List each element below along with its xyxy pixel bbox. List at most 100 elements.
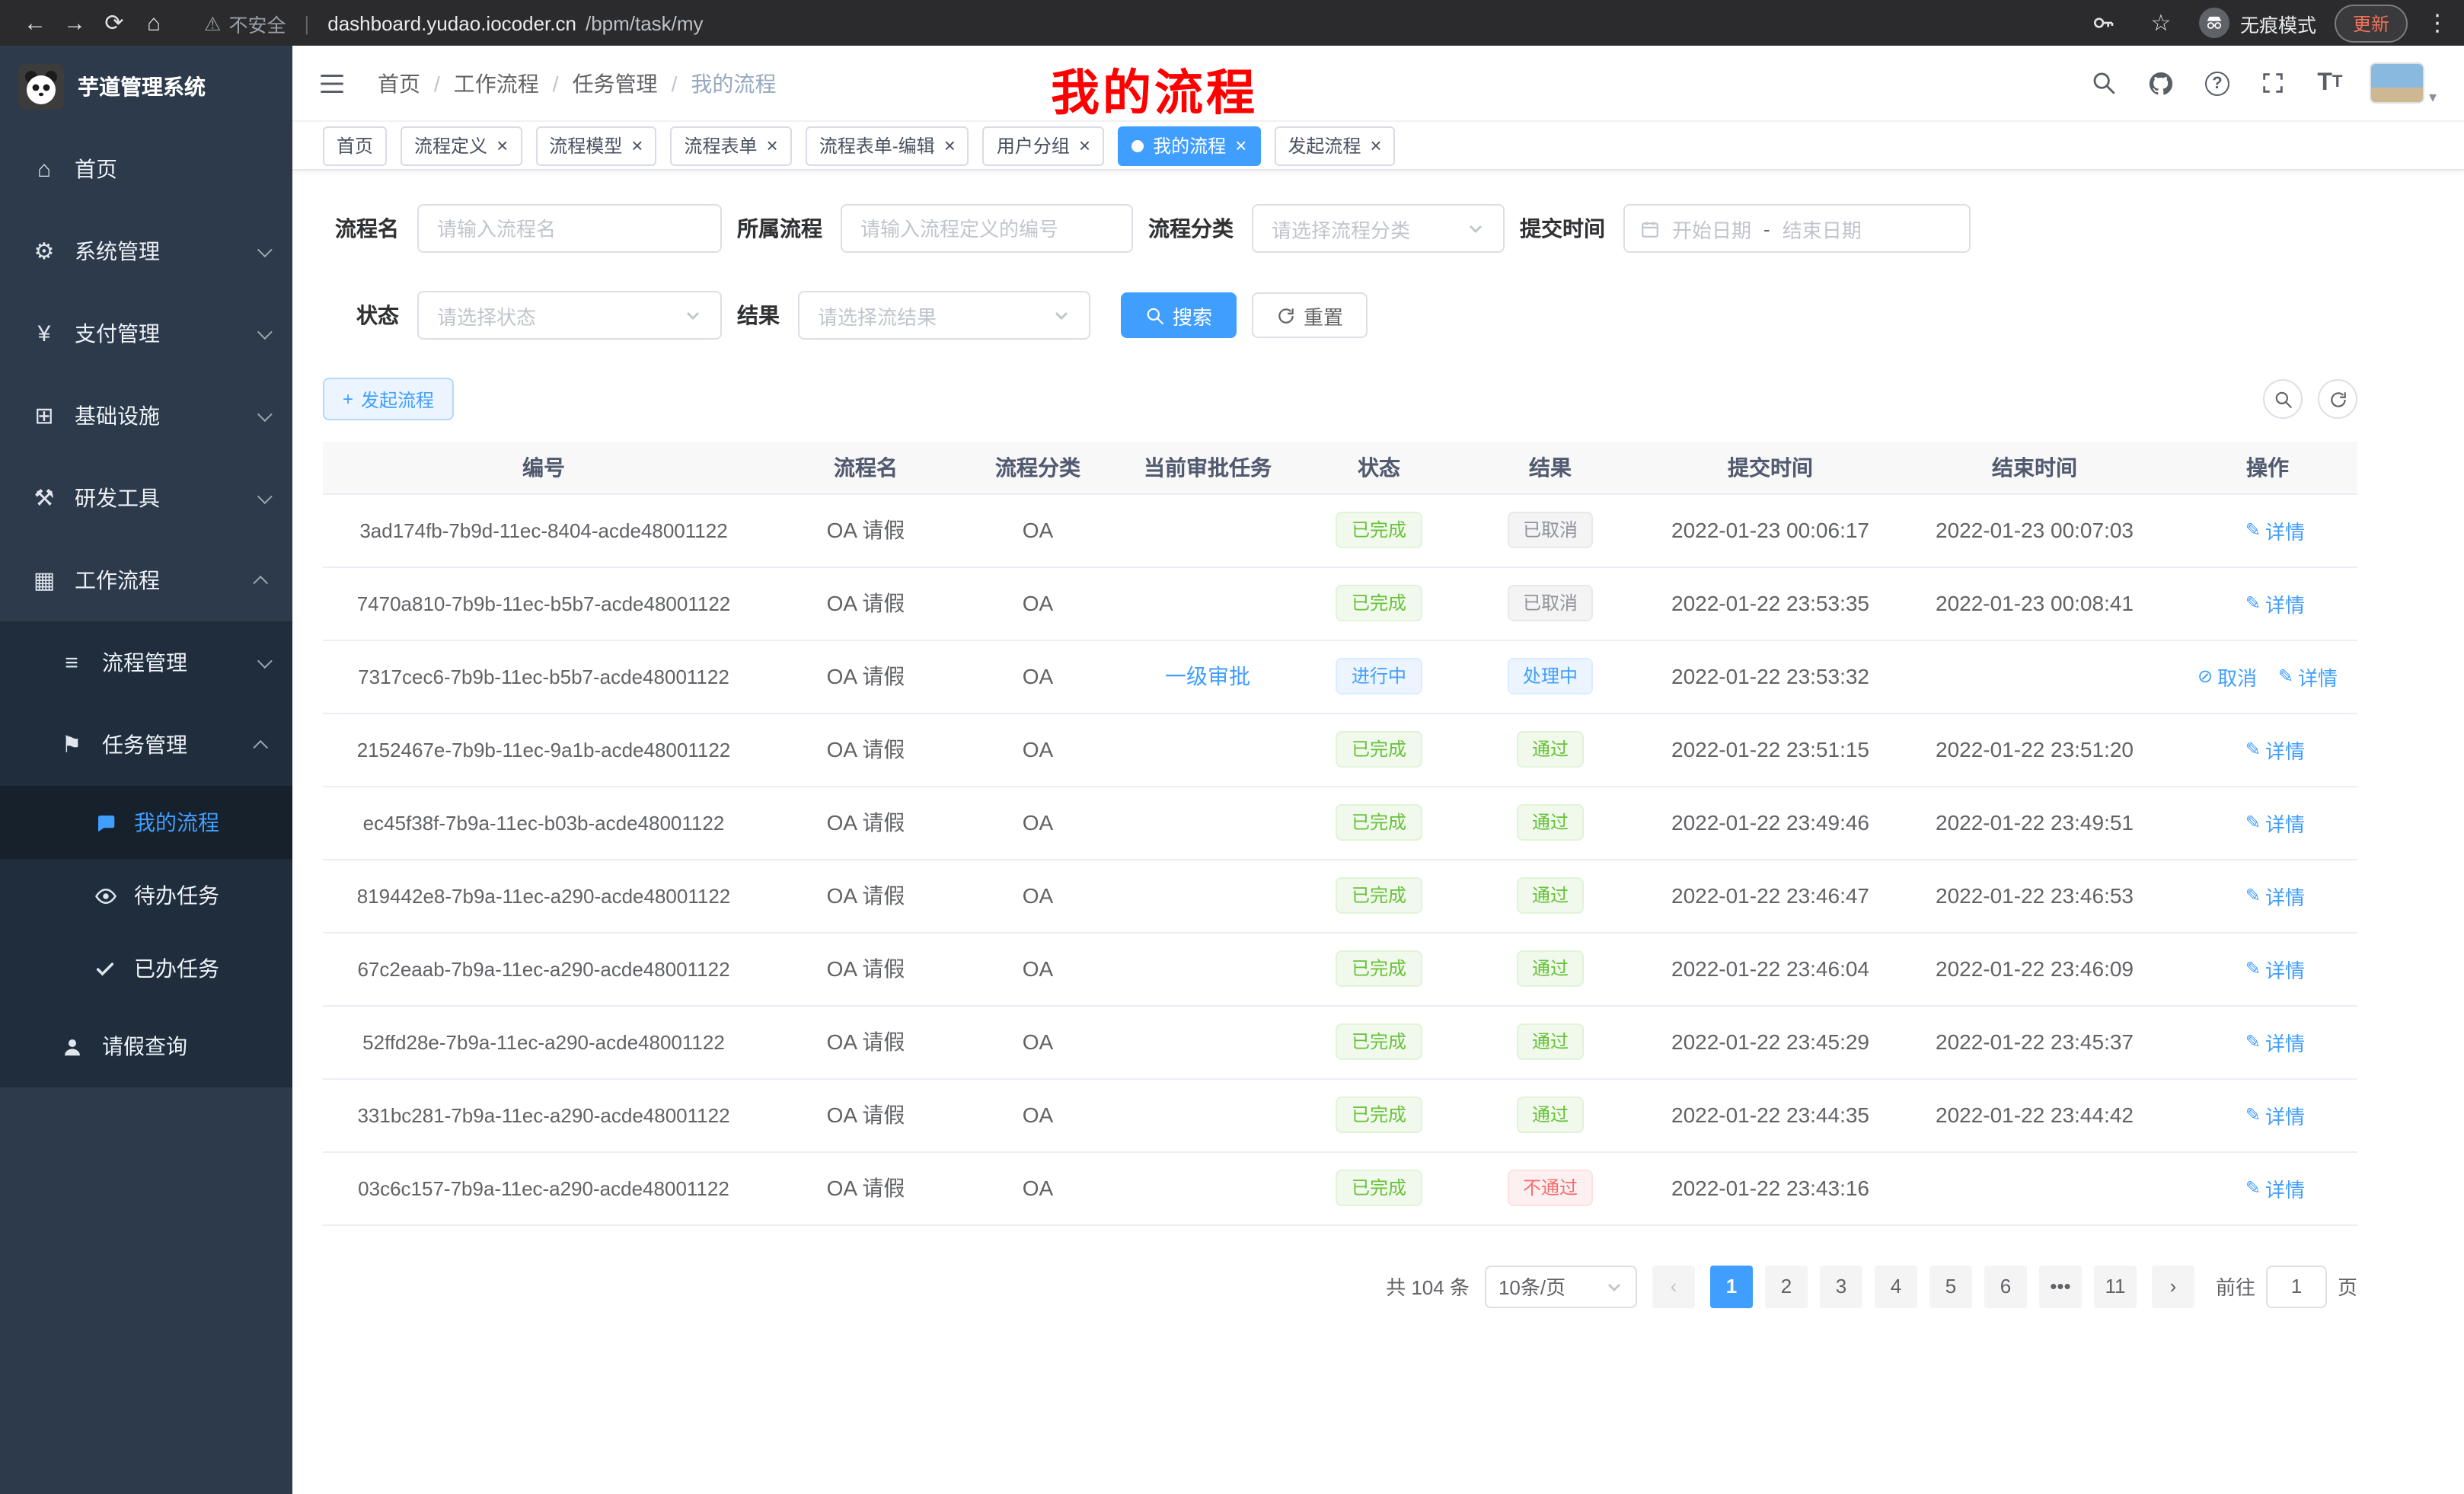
detail-action[interactable]: ✎详情 xyxy=(2245,954,2305,983)
tab[interactable]: 我的流程 × xyxy=(1118,126,1260,165)
prev-page-button[interactable]: ‹ xyxy=(1652,1265,1695,1307)
top-navbar: 首页 工作流程 任务管理 我的流程 我的流程 ? TT xyxy=(292,46,2464,122)
page-number-button[interactable]: 11 xyxy=(2094,1265,2137,1307)
tools-icon: ⚒ xyxy=(30,484,58,512)
page-size-select[interactable]: 10条/页 xyxy=(1485,1265,1637,1307)
sidebar-item-workflow[interactable]: ▦ 工作流程 xyxy=(0,539,292,621)
avatar[interactable] xyxy=(2370,62,2424,104)
cell-end-time xyxy=(1891,1151,2178,1224)
detail-action[interactable]: ✎详情 xyxy=(2245,808,2305,837)
tab-close-icon[interactable]: × xyxy=(1370,136,1381,155)
sidebar-item-devtools[interactable]: ⚒ 研发工具 xyxy=(0,457,292,539)
cancel-action[interactable]: ⊘取消 xyxy=(2197,662,2257,691)
sidebar-item-system[interactable]: ⚙ 系统管理 xyxy=(0,210,292,292)
sidebar-item-task-mgmt[interactable]: ⚑ 任务管理 xyxy=(0,704,292,786)
sidebar-item-done-task[interactable]: 已办任务 xyxy=(0,932,292,1005)
tab-close-icon[interactable]: × xyxy=(631,136,643,155)
yen-icon: ¥ xyxy=(30,321,58,346)
status-badge: 已完成 xyxy=(1336,585,1422,621)
sidebar-item-leave-query[interactable]: 请假查询 xyxy=(0,1005,292,1087)
detail-action[interactable]: ✎详情 xyxy=(2245,1173,2305,1202)
table-search-toggle-icon[interactable] xyxy=(2263,379,2303,419)
font-size-icon[interactable]: TT xyxy=(2313,66,2347,100)
tab[interactable]: 流程模型 × xyxy=(535,126,656,165)
forward-icon[interactable]: → xyxy=(55,3,94,43)
search-button[interactable]: 搜索 xyxy=(1121,292,1237,338)
date-range-picker[interactable]: 开始日期 - 结束日期 xyxy=(1623,204,1971,253)
process-definition-input[interactable] xyxy=(841,204,1133,253)
cell-process-name: OA 请假 xyxy=(764,493,967,567)
help-icon[interactable]: ? xyxy=(2201,66,2234,100)
edit-icon: ✎ xyxy=(2245,592,2261,614)
tab[interactable]: 用户分组 × xyxy=(983,126,1104,165)
sidebar-item-infrastructure[interactable]: ⊞ 基础设施 xyxy=(0,375,292,457)
password-key-icon[interactable] xyxy=(2083,3,2123,43)
page-number-button[interactable]: 5 xyxy=(1929,1265,1972,1307)
page-number-button[interactable]: 3 xyxy=(1820,1265,1862,1307)
reload-icon[interactable]: ⟳ xyxy=(94,3,134,43)
detail-action[interactable]: ✎详情 xyxy=(2245,881,2305,910)
page-number-button[interactable]: 1 xyxy=(1710,1265,1753,1307)
home-icon[interactable]: ⌂ xyxy=(134,3,174,43)
cell-process-name: OA 请假 xyxy=(764,1151,967,1224)
tab-close-icon[interactable]: × xyxy=(944,136,956,155)
table-tools xyxy=(2263,379,2357,419)
page-number-button[interactable]: 6 xyxy=(1984,1265,2027,1307)
page-number-button[interactable]: 2 xyxy=(1765,1265,1808,1307)
github-icon[interactable] xyxy=(2144,66,2178,100)
search-icon[interactable] xyxy=(2088,66,2121,100)
tab[interactable]: 发起流程 × xyxy=(1274,126,1395,165)
detail-action[interactable]: ✎详情 xyxy=(2245,735,2305,764)
tab[interactable]: 流程表单 × xyxy=(670,126,791,165)
bookmark-star-icon[interactable]: ☆ xyxy=(2141,3,2181,43)
table-row: 331bc281-7b9a-11ec-a290-acde48001122 OA … xyxy=(323,1078,2357,1151)
result-select[interactable]: 请选择流结果 xyxy=(798,291,1090,340)
breadcrumb-item[interactable]: 任务管理 xyxy=(573,68,691,98)
tab[interactable]: 流程表单-编辑 × xyxy=(806,126,969,165)
browser-menu-icon[interactable]: ⋮ xyxy=(2426,9,2449,37)
status-select[interactable]: 请选择状态 xyxy=(417,291,722,340)
tab-close-icon[interactable]: × xyxy=(1079,136,1090,155)
security-status[interactable]: ⚠ 不安全 xyxy=(204,8,286,37)
sidebar-item-payment[interactable]: ¥ 支付管理 xyxy=(0,292,292,375)
create-process-button[interactable]: + 发起流程 xyxy=(323,378,454,420)
next-page-button[interactable]: › xyxy=(2152,1265,2194,1307)
pagination: 共 104 条 10条/页 ‹ 1 2 3 xyxy=(323,1265,2357,1307)
sidebar-toggle-icon[interactable] xyxy=(311,62,353,104)
tab-close-icon[interactable]: × xyxy=(1235,136,1246,155)
back-icon[interactable]: ← xyxy=(15,3,55,43)
category-select[interactable]: 请选择流程分类 xyxy=(1252,204,1505,253)
detail-action[interactable]: ✎详情 xyxy=(2245,1027,2305,1056)
process-name-input[interactable] xyxy=(417,204,722,253)
detail-action[interactable]: ✎详情 xyxy=(2278,662,2338,691)
address-bar[interactable]: ⚠ 不安全 | dashboard.yudao.iocoder.cn/bpm/t… xyxy=(204,8,704,37)
sidebar-item-todo-task[interactable]: 待办任务 xyxy=(0,859,292,932)
current-task-link[interactable]: 一级审批 xyxy=(1165,664,1250,688)
detail-action[interactable]: ✎详情 xyxy=(2245,516,2305,544)
cell-end-time: 2022-01-23 00:08:41 xyxy=(1891,567,2178,640)
user-menu[interactable]: ▾ xyxy=(2370,62,2437,104)
breadcrumb-item[interactable]: 我的流程 xyxy=(691,68,776,98)
table-header-row: 编号 流程名 流程分类 当前审批任务 状态 结果 提交时间 结束时间 操作 xyxy=(323,442,2357,493)
breadcrumb-item[interactable]: 工作流程 xyxy=(454,68,573,98)
tab[interactable]: 流程定义 × xyxy=(401,126,522,165)
tab[interactable]: 首页 xyxy=(323,126,387,165)
table-refresh-icon[interactable] xyxy=(2318,379,2357,419)
sidebar-item-process-mgmt[interactable]: ≡ 流程管理 xyxy=(0,621,292,704)
page-number-button[interactable]: ••• xyxy=(2039,1265,2082,1307)
detail-action[interactable]: ✎详情 xyxy=(2245,1100,2305,1129)
sidebar-item-my-process[interactable]: 我的流程 xyxy=(0,786,292,859)
column-header-task: 当前审批任务 xyxy=(1109,442,1307,493)
tab-close-icon[interactable]: × xyxy=(496,136,508,155)
fullscreen-icon[interactable] xyxy=(2257,66,2290,100)
page-number-button[interactable]: 4 xyxy=(1875,1265,1917,1307)
breadcrumb-item[interactable]: 首页 xyxy=(378,68,454,98)
result-badge: 不通过 xyxy=(1508,1170,1593,1206)
sidebar-item-home[interactable]: ⌂ 首页 xyxy=(0,128,292,210)
reset-button[interactable]: 重置 xyxy=(1252,292,1368,338)
tab-close-icon[interactable]: × xyxy=(767,136,778,155)
detail-action[interactable]: ✎详情 xyxy=(2245,589,2305,618)
goto-page-input[interactable] xyxy=(2266,1265,2327,1307)
cell-process-name: OA 请假 xyxy=(764,859,967,932)
update-button[interactable]: 更新 xyxy=(2335,4,2408,42)
